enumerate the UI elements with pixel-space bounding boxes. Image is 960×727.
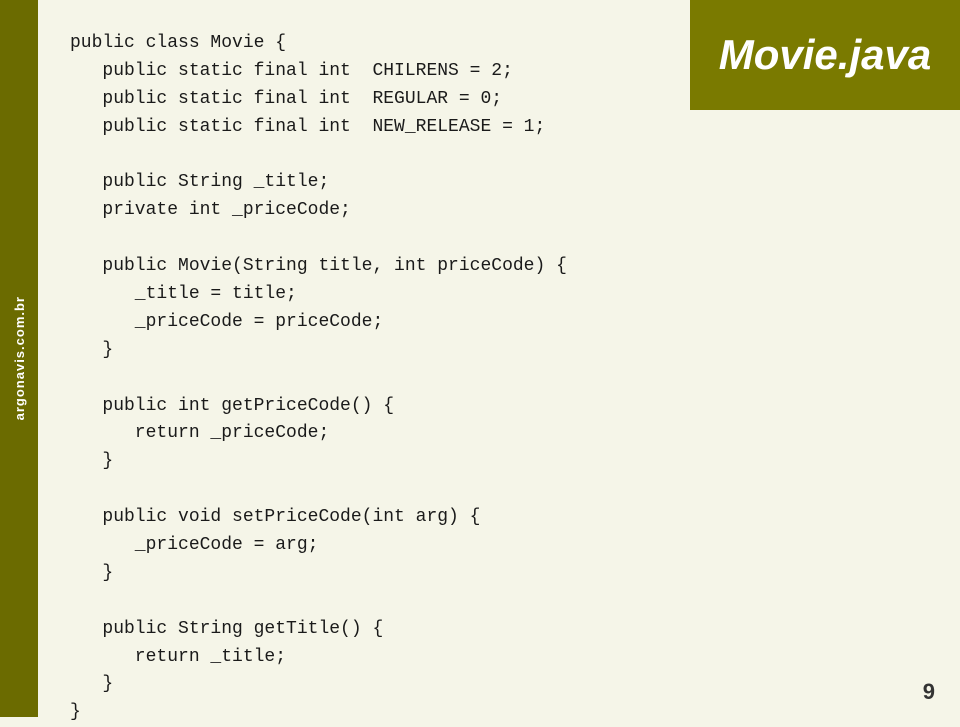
code-area: public class Movie { public static final… <box>55 20 940 687</box>
code-block: public class Movie { public static final… <box>70 30 925 727</box>
page-number: 9 <box>923 679 935 705</box>
left-sidebar: argonavis.com.br <box>0 0 38 717</box>
sidebar-brand-text: argonavis.com.br <box>12 296 27 420</box>
